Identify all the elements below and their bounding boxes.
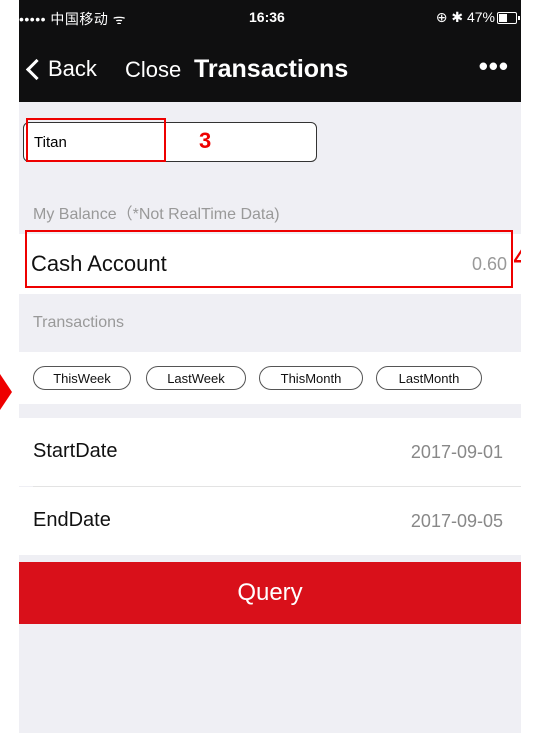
carrier-signal: ••••• 中国移动 ᯤ (19, 11, 127, 27)
annotation-arrow (0, 374, 12, 410)
nav-bar: Back Close Transactions ••• (19, 38, 521, 102)
annotation-marker-3: 3 (199, 128, 212, 153)
start-date-label: StartDate (33, 440, 118, 462)
end-date-label: EndDate (33, 509, 111, 531)
annotation-box-4 (25, 230, 513, 288)
last-week-chip[interactable]: LastWeek (146, 366, 246, 390)
transactions-section-label: Transactions (33, 314, 124, 331)
annotation-marker-4: 4 (513, 245, 521, 272)
end-date-row[interactable]: EndDate 2017-09-05 (19, 487, 521, 555)
more-menu-button[interactable]: ••• (479, 51, 509, 82)
chevron-left-icon (25, 58, 48, 80)
this-month-chip[interactable]: ThisMonth (259, 366, 363, 390)
phone-screen: ••••• 中国移动 ᯤ 16:36 ⊕ ✱ 47% Back Close Tr… (19, 0, 521, 733)
status-indicators: ⊕ ✱ 47% (435, 9, 495, 25)
start-date-value: 2017-09-01 (410, 442, 503, 462)
balance-section-label: My Balance（*Not RealTime Data) (33, 206, 280, 223)
period-filter: ThisWeek LastWeek ThisMonth LastMonth (19, 352, 521, 404)
end-date-value: 2017-09-05 (410, 511, 503, 531)
query-button[interactable]: Query (19, 562, 521, 624)
back-button[interactable]: Back (25, 56, 97, 82)
last-month-chip[interactable]: LastMonth (376, 366, 482, 390)
page-title: Transactions (194, 55, 349, 83)
battery-icon (497, 12, 520, 24)
status-time: 16:36 (249, 9, 285, 25)
annotation-box-3 (26, 118, 166, 162)
start-date-row[interactable]: StartDate 2017-09-01 (19, 418, 521, 486)
back-label: Back (48, 56, 97, 81)
status-bar: ••••• 中国移动 ᯤ 16:36 ⊕ ✱ 47% (19, 0, 521, 38)
this-week-chip[interactable]: ThisWeek (33, 366, 131, 390)
close-button[interactable]: Close (125, 57, 181, 83)
